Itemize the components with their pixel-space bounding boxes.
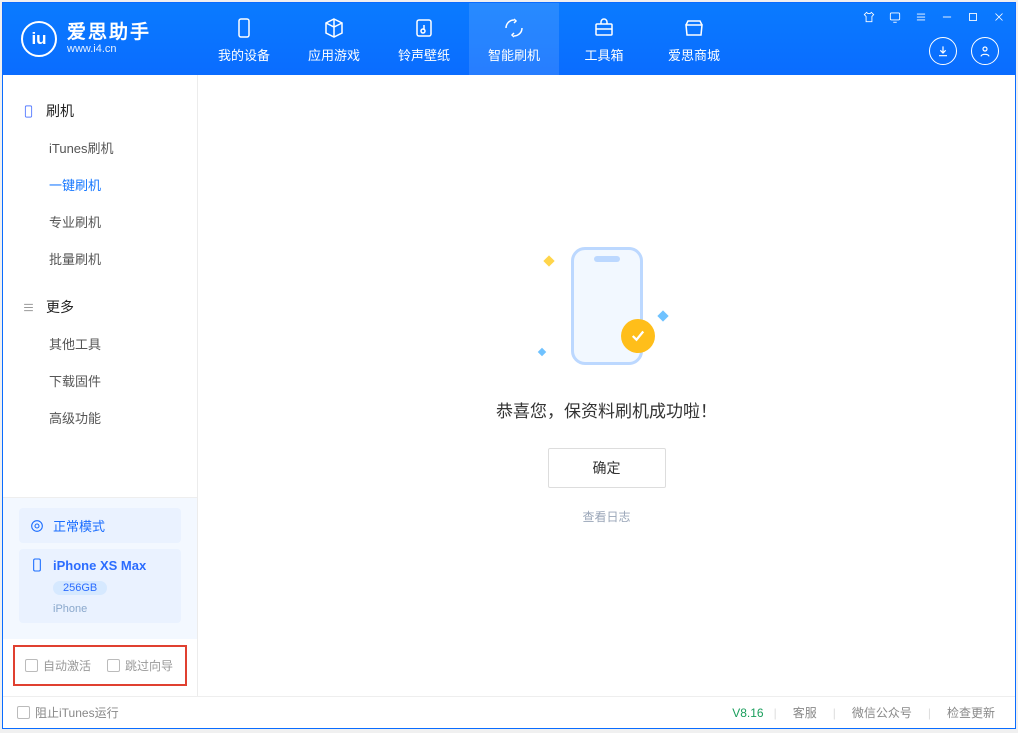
checkbox-label: 跳过向导 xyxy=(125,657,173,674)
wechat-link[interactable]: 微信公众号 xyxy=(846,704,918,721)
nav-toolbox[interactable]: 工具箱 xyxy=(559,3,649,75)
nav-label: 我的设备 xyxy=(218,45,270,64)
nav-label: 工具箱 xyxy=(584,45,623,64)
top-nav: 我的设备 应用游戏 铃声壁纸 智能刷机 工具箱 爱思商城 xyxy=(199,3,739,75)
feedback-icon[interactable] xyxy=(887,9,903,25)
nav-my-device[interactable]: 我的设备 xyxy=(199,3,289,75)
nav-label: 智能刷机 xyxy=(488,45,540,64)
window-controls xyxy=(861,9,1007,25)
sidebar-group-header: 更多 xyxy=(3,289,197,325)
checkbox-icon xyxy=(25,659,38,672)
device-mode-label: 正常模式 xyxy=(53,516,105,535)
separator: | xyxy=(928,706,931,720)
separator: | xyxy=(833,706,836,720)
list-icon xyxy=(21,300,36,315)
version-label: V8.16 xyxy=(732,706,763,720)
titlebar: iu 爱思助手 www.i4.cn 我的设备 应用游戏 铃声壁纸 智能刷机 xyxy=(3,3,1015,75)
nav-label: 铃声壁纸 xyxy=(398,45,450,64)
spark-icon xyxy=(537,347,545,355)
device-type: iPhone xyxy=(53,603,87,615)
toolbox-icon xyxy=(591,15,617,41)
phone-icon xyxy=(29,557,45,573)
spark-icon xyxy=(543,255,554,266)
cube-icon xyxy=(321,15,347,41)
minimize-icon[interactable] xyxy=(939,9,955,25)
device-mode[interactable]: 正常模式 xyxy=(19,508,181,543)
checkbox-label: 阻止iTunes运行 xyxy=(35,704,119,721)
titlebar-right-icons xyxy=(929,37,999,65)
success-illustration xyxy=(517,247,697,367)
logo-area: iu 爱思助手 www.i4.cn xyxy=(3,21,199,57)
sidebar-group-flash: 刷机 iTunes刷机 一键刷机 专业刷机 批量刷机 xyxy=(3,87,197,283)
success-message: 恭喜您，保资料刷机成功啦！ xyxy=(496,397,717,422)
user-icon[interactable] xyxy=(971,37,999,65)
menu-icon[interactable] xyxy=(913,9,929,25)
sidebar-item-batch-flash[interactable]: 批量刷机 xyxy=(3,240,197,277)
device-name: iPhone XS Max xyxy=(53,558,146,573)
nav-label: 应用游戏 xyxy=(308,45,360,64)
sidebar-group-header: 刷机 xyxy=(3,93,197,129)
nav-ringtone-wallpaper[interactable]: 铃声壁纸 xyxy=(379,3,469,75)
skip-guide-checkbox[interactable]: 跳过向导 xyxy=(107,657,173,674)
device-icon xyxy=(231,15,257,41)
sidebar-device-panel: 正常模式 iPhone XS Max 256GB iPhone xyxy=(3,497,197,639)
sidebar-item-advanced[interactable]: 高级功能 xyxy=(3,399,197,436)
separator: | xyxy=(774,706,777,720)
skin-icon[interactable] xyxy=(861,9,877,25)
sidebar-item-itunes-flash[interactable]: iTunes刷机 xyxy=(3,129,197,166)
ok-button[interactable]: 确定 xyxy=(548,448,666,488)
spark-icon xyxy=(657,310,668,321)
check-update-link[interactable]: 检查更新 xyxy=(941,704,1001,721)
block-itunes-checkbox[interactable]: 阻止iTunes运行 xyxy=(17,704,119,721)
music-icon xyxy=(411,15,437,41)
sidebar-group-title: 更多 xyxy=(46,297,74,317)
nav-apps-games[interactable]: 应用游戏 xyxy=(289,3,379,75)
highlight-box: 自动激活 跳过向导 xyxy=(13,645,187,686)
main-content: 恭喜您，保资料刷机成功啦！ 确定 查看日志 xyxy=(198,75,1015,696)
sidebar-item-other-tools[interactable]: 其他工具 xyxy=(3,325,197,362)
app-title: 爱思助手 xyxy=(67,23,151,44)
sidebar-group-title: 刷机 xyxy=(46,101,74,121)
auto-activate-checkbox[interactable]: 自动激活 xyxy=(25,657,91,674)
checkbox-label: 自动激活 xyxy=(43,657,91,674)
sidebar-item-pro-flash[interactable]: 专业刷机 xyxy=(3,203,197,240)
nav-store[interactable]: 爱思商城 xyxy=(649,3,739,75)
sidebar: 刷机 iTunes刷机 一键刷机 专业刷机 批量刷机 更多 其他工具 下载固件 … xyxy=(3,75,198,696)
sidebar-group-more: 更多 其他工具 下载固件 高级功能 xyxy=(3,283,197,442)
footer: 阻止iTunes运行 V8.16 | 客服 | 微信公众号 | 检查更新 xyxy=(3,696,1015,728)
phone-icon xyxy=(21,104,36,119)
close-icon[interactable] xyxy=(991,9,1007,25)
maximize-icon[interactable] xyxy=(965,9,981,25)
shop-icon xyxy=(681,15,707,41)
sidebar-item-download-firmware[interactable]: 下载固件 xyxy=(3,362,197,399)
app-window: iu 爱思助手 www.i4.cn 我的设备 应用游戏 铃声壁纸 智能刷机 xyxy=(2,2,1016,729)
download-icon[interactable] xyxy=(929,37,957,65)
support-link[interactable]: 客服 xyxy=(787,704,823,721)
refresh-icon xyxy=(501,15,527,41)
logo-icon: iu xyxy=(21,21,57,57)
view-log-link[interactable]: 查看日志 xyxy=(582,508,630,525)
storage-badge: 256GB xyxy=(53,581,107,595)
device-card[interactable]: iPhone XS Max 256GB iPhone xyxy=(19,549,181,623)
body: 刷机 iTunes刷机 一键刷机 专业刷机 批量刷机 更多 其他工具 下载固件 … xyxy=(3,75,1015,696)
app-subtitle: www.i4.cn xyxy=(67,43,151,55)
mode-icon xyxy=(29,518,45,534)
sidebar-item-oneclick-flash[interactable]: 一键刷机 xyxy=(3,166,197,203)
nav-smart-flash[interactable]: 智能刷机 xyxy=(469,3,559,75)
nav-label: 爱思商城 xyxy=(668,45,720,64)
check-badge-icon xyxy=(621,319,655,353)
checkbox-icon xyxy=(107,659,120,672)
checkbox-icon xyxy=(17,706,30,719)
